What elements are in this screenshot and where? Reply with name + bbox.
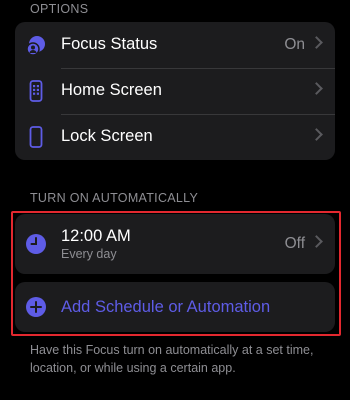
lock-screen-row[interactable]: Lock Screen (15, 114, 335, 160)
options-section-header: OPTIONS (30, 2, 89, 16)
lock-screen-label: Lock Screen (61, 127, 153, 145)
automation-section-header: TURN ON AUTOMATICALLY (30, 191, 199, 205)
chevron-right-icon (310, 128, 323, 141)
focus-status-row[interactable]: Focus Status On (15, 22, 335, 68)
home-screen-label: Home Screen (61, 81, 162, 99)
automation-footer-text: Have this Focus turn on automatically at… (30, 343, 314, 375)
focus-status-label: Focus Status (61, 35, 158, 53)
focus-status-icon (24, 33, 48, 57)
lock-screen-icon (24, 125, 48, 149)
home-screen-icon (24, 79, 48, 103)
home-screen-row[interactable]: Home Screen (15, 68, 335, 114)
chevron-right-icon (310, 36, 323, 49)
chevron-right-icon (310, 82, 323, 95)
options-group: Focus Status On Home Screen Lock Screen (15, 22, 335, 160)
focus-status-value: On (284, 36, 305, 53)
highlight-box (11, 211, 341, 336)
